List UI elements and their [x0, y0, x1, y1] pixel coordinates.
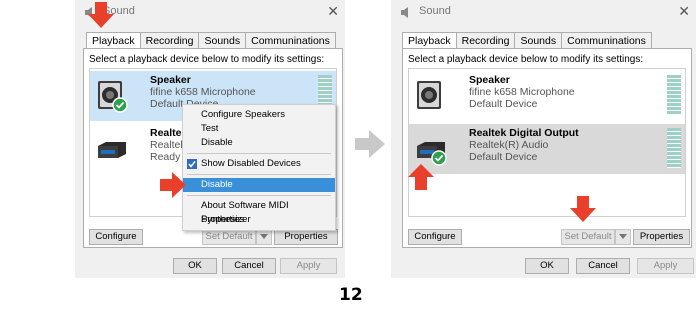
menu-item-properties[interactable]: Properties [183, 213, 335, 227]
speaker-device-icon [417, 81, 441, 109]
device-driver: fifine k658 Microphone [150, 86, 256, 98]
device-text: Realtek Digital Output Realtek(R) Audio … [469, 127, 579, 163]
menu-item-test[interactable]: Test [183, 122, 335, 136]
tab-playback[interactable]: Playback [86, 32, 141, 49]
tab-sounds[interactable]: Sounds [514, 32, 563, 49]
context-menu: Configure Speakers Test Disable Show Dis… [182, 104, 336, 231]
chevron-down-icon [619, 234, 627, 239]
arrow-up-icon [408, 164, 434, 190]
speaker-device-icon [98, 81, 128, 113]
arrow-down-icon [570, 196, 596, 222]
window-title: Sound [419, 5, 451, 17]
ok-button[interactable]: OK [173, 258, 217, 274]
level-meter [667, 128, 681, 168]
device-driver: fifine k658 Microphone [469, 86, 575, 98]
arrow-right-icon [160, 172, 186, 198]
configure-button[interactable]: Configure [89, 229, 143, 245]
device-name: Speaker [469, 74, 510, 86]
close-icon[interactable]: ✕ [678, 3, 690, 20]
apply-button[interactable]: Apply [280, 258, 337, 274]
page-number: 12 [339, 285, 363, 305]
tab-bar: Playback Recording Sounds Communinations [86, 32, 336, 49]
close-icon[interactable]: ✕ [327, 3, 339, 20]
digital-output-icon [98, 142, 126, 158]
tab-bar: Playback Recording Sounds Communinations [402, 32, 652, 49]
menu-item-label: Show Disabled Devices [201, 158, 301, 169]
ok-button[interactable]: OK [525, 258, 569, 274]
device-driver: Realtek(R) Audio [469, 139, 549, 151]
chevron-down-icon [260, 234, 268, 239]
menu-item-disable[interactable]: Disable [183, 136, 335, 150]
device-list: Speaker fifine k658 Microphone Default D… [408, 68, 686, 217]
set-default-button[interactable]: Set Default [202, 229, 256, 245]
menu-item-configure-speakers[interactable]: Configure Speakers [183, 108, 335, 122]
device-row-speaker[interactable]: Speaker fifine k658 Microphone Default D… [409, 71, 685, 121]
playback-panel: Select a playback device below to modify… [402, 48, 692, 248]
device-name: Speaker [150, 74, 191, 86]
arrow-down-icon [88, 2, 114, 28]
instruction-text: Select a playback device below to modify… [408, 54, 644, 65]
tab-communications[interactable]: Communinations [245, 32, 336, 49]
apply-button[interactable]: Apply [637, 258, 694, 274]
menu-item-about-midi[interactable]: About Software MIDI Synthesizer [183, 199, 335, 225]
menu-item-show-disabled[interactable]: Show Disabled Devices [183, 157, 335, 171]
set-default-dropdown[interactable] [615, 229, 631, 245]
instruction-text: Select a playback device below to modify… [89, 54, 325, 65]
checkmark-icon [187, 159, 197, 169]
tab-recording[interactable]: Recording [455, 32, 516, 49]
speaker-icon [401, 7, 408, 18]
tab-recording[interactable]: Recording [139, 32, 200, 49]
level-meter [667, 75, 681, 115]
device-status: Default Device [469, 98, 538, 110]
properties-button[interactable]: Properties [274, 229, 338, 245]
menu-separator [187, 174, 331, 175]
digital-output-icon [417, 142, 447, 166]
menu-item-disable-device[interactable]: Disable [183, 178, 335, 192]
device-row-realtek[interactable]: Realtek Digital Output Realtek(R) Audio … [409, 124, 685, 174]
tab-sounds[interactable]: Sounds [198, 32, 247, 49]
device-text: Speaker fifine k658 Microphone Default D… [469, 74, 575, 110]
configure-button[interactable]: Configure [408, 229, 462, 245]
set-default-dropdown[interactable] [256, 229, 272, 245]
menu-separator [187, 195, 331, 196]
device-name: Realtek Digital Output [469, 127, 579, 139]
title-bar: Sound ✕ [75, 0, 345, 24]
title-bar: Sound ✕ [391, 0, 696, 24]
cancel-button[interactable]: Cancel [222, 258, 276, 274]
properties-button[interactable]: Properties [633, 229, 690, 245]
set-default-button[interactable]: Set Default [561, 229, 615, 245]
tab-playback[interactable]: Playback [402, 32, 457, 49]
menu-separator [187, 153, 331, 154]
device-status: Default Device [469, 151, 538, 163]
sound-dialog-after: Sound ✕ Playback Recording Sounds Commun… [391, 0, 696, 278]
tab-communications[interactable]: Communinations [561, 32, 652, 49]
next-step-arrow-icon [355, 130, 385, 158]
cancel-button[interactable]: Cancel [576, 258, 630, 274]
